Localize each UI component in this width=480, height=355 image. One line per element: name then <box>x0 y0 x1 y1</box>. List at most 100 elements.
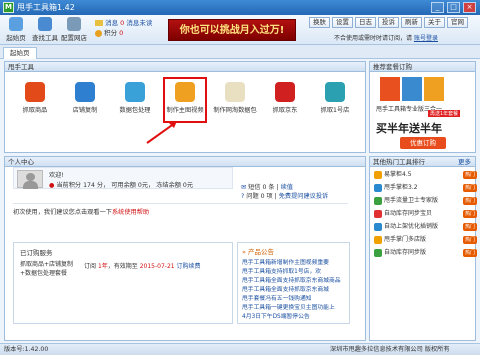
unread-label[interactable]: 消息未读 <box>126 19 152 27</box>
user-info-box: 欢迎! ● 当前积分 174 分， 可用余额 0元， 冻结余额 0元 <box>13 167 233 189</box>
tool-yhd-grab[interactable]: 抓取1号店 <box>311 82 359 114</box>
more-link[interactable]: 更多 <box>458 157 471 167</box>
order-renew-link[interactable]: 订购续费 <box>177 263 201 270</box>
order-detail: 订阅 1年，有效期至 2015-07-21 订购续费 <box>84 263 201 270</box>
title-bar: M 甩手工具箱1.42 _ □ × <box>0 0 480 15</box>
taobao-data-icon <box>225 82 245 102</box>
sms-value: 0 条 <box>262 184 275 191</box>
config-store-button[interactable]: 配置网店 <box>61 17 87 42</box>
tool-label: 制作网淘数据包 <box>213 107 257 114</box>
free-question-link[interactable]: 免费提问建议投诉 <box>279 193 329 200</box>
rank-item[interactable]: 甩手掌门多店版 热门 <box>374 235 479 245</box>
about-button[interactable]: 关于 <box>424 17 445 28</box>
config-store-label: 配置网店 <box>61 34 87 42</box>
refresh-button[interactable]: 刷新 <box>401 17 422 28</box>
home-icon <box>9 17 23 31</box>
hot-badge: 热门 <box>463 236 477 244</box>
tool-data-package[interactable]: 数据包处理 <box>111 82 159 114</box>
rank-item[interactable]: 甩手掌柜3.2 热门 <box>374 183 479 193</box>
app-icon <box>374 183 382 192</box>
order-status: 订阅 <box>84 263 97 270</box>
tool-label: 制作主图视频 <box>166 107 204 114</box>
tool-label: 店铺复制 <box>72 107 98 114</box>
points-value: 0 <box>119 29 124 37</box>
account-login-link[interactable]: 账号登录 <box>414 35 438 42</box>
coin-icon: ● <box>49 182 55 189</box>
store-copy-icon <box>75 82 95 102</box>
hot-badge: 热门 <box>463 197 477 205</box>
announcement-title: » 产品公告 <box>242 248 275 256</box>
news-item[interactable]: 甩手工具箱一键更换宝贝主图功能上 <box>242 302 350 311</box>
tool-jd-grab[interactable]: 抓取京东 <box>261 82 309 114</box>
orders-box: 已订购服务 抓取商品+店铺复制+数据包处理套餐 订阅 1年，有效期至 2015-… <box>13 242 233 324</box>
news-item[interactable]: 4月3日下午DS端暂停公告 <box>242 311 350 320</box>
close-button[interactable]: × <box>463 2 476 13</box>
company-text: 深圳市甩趣多拉信息技术有限公司 版权所有 <box>330 346 450 353</box>
promo-banner[interactable]: 你也可以挑战月入过万! <box>168 19 296 41</box>
rank-item[interactable]: 易掌柜4.5 热门 <box>374 170 479 180</box>
news-item[interactable]: 甩手工具箱支持抓取1号店，欢 <box>242 266 350 275</box>
find-tools-button[interactable]: 查找工具 <box>32 17 58 42</box>
frozen-balance-text: 冻结余额 0元 <box>156 182 194 189</box>
status-bar: 版本号:1.42.00 深圳市甩趣多拉信息技术有限公司 版权所有 <box>0 343 480 355</box>
tool-video-make[interactable]: 制作主图视频 <box>161 82 209 114</box>
tool-grab-goods[interactable]: 抓取商品 <box>11 82 59 114</box>
minimize-button[interactable]: _ <box>431 2 444 13</box>
news-item[interactable]: 甩手工具箱全面支持抓取京东商城 <box>242 284 350 293</box>
app-icon <box>374 248 382 257</box>
app-icon <box>374 170 382 179</box>
log-button[interactable]: 日志 <box>355 17 376 28</box>
maximize-button[interactable]: □ <box>447 2 460 13</box>
help-hint-text: 初次使用，我们建议您点击观看一下 <box>13 209 112 216</box>
messages-label[interactable]: 消息 <box>105 19 118 27</box>
rank-item[interactable]: 自动库存同步宝贝 热门 <box>374 209 479 219</box>
website-button[interactable]: 官网 <box>447 17 468 28</box>
rank-panel-title: 其他热门工具排行 <box>373 158 425 166</box>
toolbar: 起始页 查找工具 配置网店 消息 0 消息未读 积分 0 你也可以挑战月入过万!… <box>0 15 480 45</box>
rank-item[interactable]: 自动库存同步版 热门 <box>374 248 479 258</box>
order-button[interactable]: 优惠订购 <box>400 137 446 149</box>
hot-badge: 热门 <box>463 223 477 231</box>
skin-button[interactable]: 换肤 <box>309 17 330 28</box>
message-summary: 消息 0 消息未读 积分 0 <box>95 18 170 38</box>
rank-item[interactable]: 自动上架优化插销版 热门 <box>374 222 479 232</box>
product-box-icon <box>380 77 400 101</box>
rank-item[interactable]: 甩手流量卫士专家版 热门 <box>374 196 479 206</box>
yhd-grab-icon <box>325 82 345 102</box>
announcement-box: » 产品公告 甩手工具箱新增制作主图视频重要 甩手工具箱支持抓取1号店，欢 甩手… <box>237 242 350 324</box>
points-text: 当前积分 174 分， <box>56 182 110 189</box>
tool-store-copy[interactable]: 店铺复制 <box>61 82 109 114</box>
news-item[interactable]: 甩手工具箱新增制作主图视频重要 <box>242 257 350 266</box>
sms-recharge-link[interactable]: 续值 <box>281 184 293 191</box>
news-item[interactable]: 甩手工具箱全面支持抓取京东商城商品 <box>242 275 350 284</box>
tab-home[interactable]: 起始页 <box>3 47 37 59</box>
hot-badge: 热门 <box>463 184 477 192</box>
promo-headline: 买半年送半年 <box>376 122 442 135</box>
settings-button[interactable]: 设置 <box>332 17 353 28</box>
messages-count: 0 <box>120 19 125 27</box>
app-icon <box>374 209 382 218</box>
grab-goods-icon <box>25 82 45 102</box>
complaint-button[interactable]: 投诉 <box>378 17 399 28</box>
tool-label: 抓取京东 <box>272 107 298 114</box>
home-button-label: 起始页 <box>6 34 26 42</box>
promo-tag: 再送1年套餐 <box>428 110 461 117</box>
home-button[interactable]: 起始页 <box>3 17 29 42</box>
tool-taobao-data[interactable]: 制作网淘数据包 <box>211 82 259 114</box>
rank-item-label: 自动库存同步宝贝 <box>384 210 433 217</box>
help-hint: 初次使用，我们建议您点击观看一下系统使用帮助 <box>13 207 149 216</box>
app-logo-icon: M <box>3 2 14 13</box>
hot-badge: 热门 <box>463 210 477 218</box>
help-link[interactable]: 系统使用帮助 <box>112 209 149 216</box>
rank-item-label: 甩手掌柜3.2 <box>384 184 418 191</box>
news-item[interactable]: 甩手套餐冯有五一钱购通知 <box>242 293 350 302</box>
hot-badge: 热门 <box>463 171 477 179</box>
version-text: 版本号:1.42.00 <box>4 346 49 353</box>
rank-item-label: 甩手掌门多店版 <box>384 236 427 243</box>
gear-icon <box>67 17 81 31</box>
sms-label: 短信 <box>248 184 261 191</box>
rank-item-label: 甩手流量卫士专家版 <box>384 197 439 204</box>
tool-label: 抓取商品 <box>22 107 48 114</box>
jd-grab-icon <box>275 82 295 102</box>
rank-panel: 其他热门工具排行 更多 易掌柜4.5 热门 甩手掌柜3.2 热门 甩手流量卫士专家版… <box>369 156 479 341</box>
